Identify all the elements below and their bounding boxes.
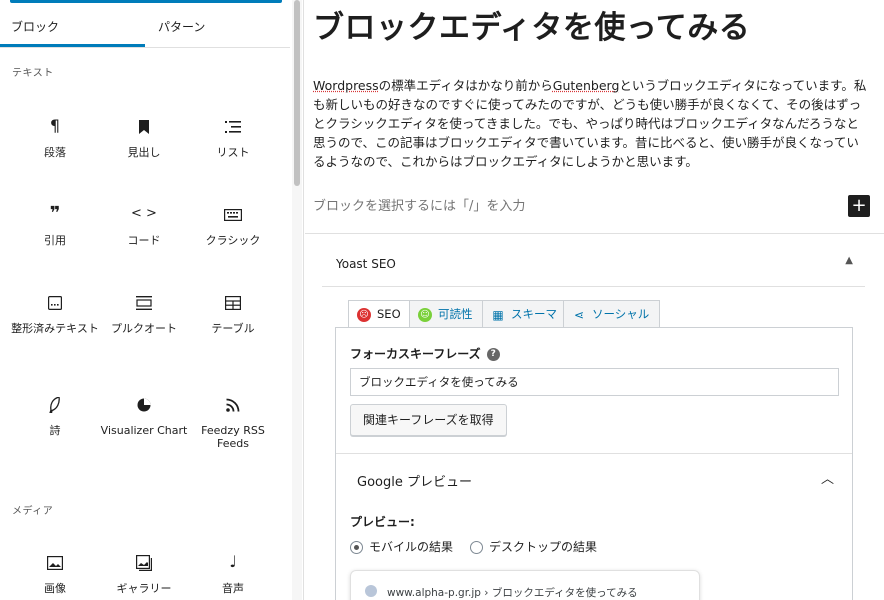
tab-blocks[interactable]: ブロック [11,18,59,35]
google-preview-title[interactable]: Google プレビュー [357,471,472,490]
sad-face-icon: ☹ [357,307,371,322]
search-field-edge [10,0,282,3]
block-visualizer-chart[interactable]: Visualizer Chart [100,392,188,437]
keyboard-icon [189,202,277,226]
block-label: プルクオート [111,322,177,335]
category-media-title: メディア [12,506,54,517]
block-image[interactable]: 画像 [11,550,99,595]
active-tab-indicator [0,44,145,47]
block-audio[interactable]: ♩ 音声 [189,550,277,595]
block-paragraph[interactable]: ¶ 段落 [11,114,99,159]
editor-canvas: ブロックエディタを使ってみる Wordpressの標準エディタはかなり前からGu… [305,0,884,600]
pullquote-icon [100,290,188,314]
section-divider [336,453,852,454]
tab-social[interactable]: ⋖ ソーシャル [563,300,660,328]
image-icon [11,550,99,574]
heading-icon [100,114,188,138]
radio-button-checked[interactable] [350,541,363,554]
block-label: 画像 [44,582,66,595]
block-pullquote[interactable]: プルクオート [100,290,188,335]
preformatted-icon [11,290,99,314]
radio-mobile-result[interactable]: モバイルの結果 [350,538,453,555]
block-label: クラシック [205,234,261,247]
preview-label: プレビュー: [350,515,415,529]
tab-label: スキーマ [511,307,557,321]
yoast-metabox-header[interactable]: Yoast SEO ▲ [322,243,865,287]
block-classic[interactable]: クラシック [189,202,277,247]
block-verse[interactable]: 詩 [11,392,99,437]
category-text-title: テキスト [12,68,54,79]
globe-icon [365,585,377,597]
tab-label: 可読性 [438,307,473,321]
block-gallery[interactable]: ギャラリー [100,550,188,595]
tab-label: ソーシャル [592,307,650,321]
block-label: 見出し [127,146,161,159]
get-related-keyphrases-button[interactable]: 関連キーフレーズを取得 [350,404,507,436]
inserter-tabs: ブロック パターン [0,12,290,48]
table-icon [189,290,277,314]
serp-preview-card: www.alpha-p.gr.jp › ブロックエディタを使ってみる [350,570,700,600]
block-preformatted[interactable]: 整形済みテキスト [11,290,99,335]
block-inserter-panel: ブロック パターン テキスト ¶ 段落 見出し リスト ❞ 引用 < > コード… [0,0,304,600]
metabox-divider [305,233,884,234]
misspelled-word: Gutenberg [552,78,620,93]
radio-label: デスクトップの結果 [489,540,598,554]
block-label: コード [127,234,161,247]
grid-icon: ▦ [492,307,504,322]
tab-seo[interactable]: ☹ SEO [348,300,410,328]
block-label: ギャラリー [116,582,172,595]
tab-label: SEO [377,307,401,321]
radio-label: モバイルの結果 [369,540,454,554]
yoast-seo-panel: フォーカスキーフレーズ? 関連キーフレーズを取得 Google プレビュー ︿ … [335,327,853,600]
gallery-icon [100,550,188,574]
paragraph-block[interactable]: Wordpressの標準エディタはかなり前からGutenbergというブロックエ… [313,76,868,171]
block-quote[interactable]: ❞ 引用 [11,202,99,247]
happy-face-icon: ☺ [418,307,432,322]
misspelled-word: Wordpress [313,78,379,93]
post-title[interactable]: ブロックエディタを使ってみる [313,2,750,47]
serp-url: www.alpha-p.gr.jp › ブロックエディタを使ってみる [387,587,638,599]
block-heading[interactable]: 見出し [100,114,188,159]
pie-chart-icon [100,392,188,416]
block-appender-placeholder[interactable]: ブロックを選択するには「/」を入力 [313,195,525,214]
quote-icon: ❞ [49,203,61,224]
add-block-button[interactable]: + [848,195,870,217]
inserter-scrollbar-thumb[interactable] [294,0,300,186]
share-icon: ⋖ [573,307,585,322]
block-table[interactable]: テーブル [189,290,277,335]
list-icon [189,114,277,138]
focus-keyphrase-label: フォーカスキーフレーズ? [350,345,500,362]
block-label: テーブル [211,322,255,335]
block-label: 整形済みテキスト [11,322,99,335]
verse-icon [11,392,99,416]
block-code[interactable]: < > コード [100,202,188,247]
block-label: Visualizer Chart [100,424,188,437]
radio-desktop-result[interactable]: デスクトップの結果 [470,538,597,555]
code-icon: < > [131,206,157,221]
focus-keyphrase-text: フォーカスキーフレーズ [350,347,481,361]
yoast-title: Yoast SEO [336,257,396,271]
audio-icon: ♩ [229,552,237,571]
radio-button[interactable] [470,541,483,554]
block-label: リスト [216,146,250,159]
block-label: 引用 [44,234,66,247]
block-label: 音声 [222,582,244,595]
block-label: Feedzy RSS Feeds [201,424,265,450]
tab-patterns[interactable]: パターン [158,18,205,35]
tab-readability[interactable]: ☺ 可読性 [409,300,483,328]
block-list[interactable]: リスト [189,114,277,159]
focus-keyphrase-input[interactable] [350,368,839,396]
help-icon[interactable]: ? [486,348,500,361]
paragraph-text: の標準エディタはかなり前から [378,78,553,93]
caret-up-icon[interactable]: ▲ [845,255,853,266]
paragraph-icon: ¶ [49,116,61,135]
chevron-up-icon[interactable]: ︿ [821,468,834,487]
block-label: 詩 [49,424,61,437]
tab-schema[interactable]: ▦ スキーマ [482,300,564,328]
rss-icon [189,392,277,416]
block-feedzy-rss[interactable]: Feedzy RSS Feeds [189,392,277,450]
block-label: 段落 [44,146,66,159]
